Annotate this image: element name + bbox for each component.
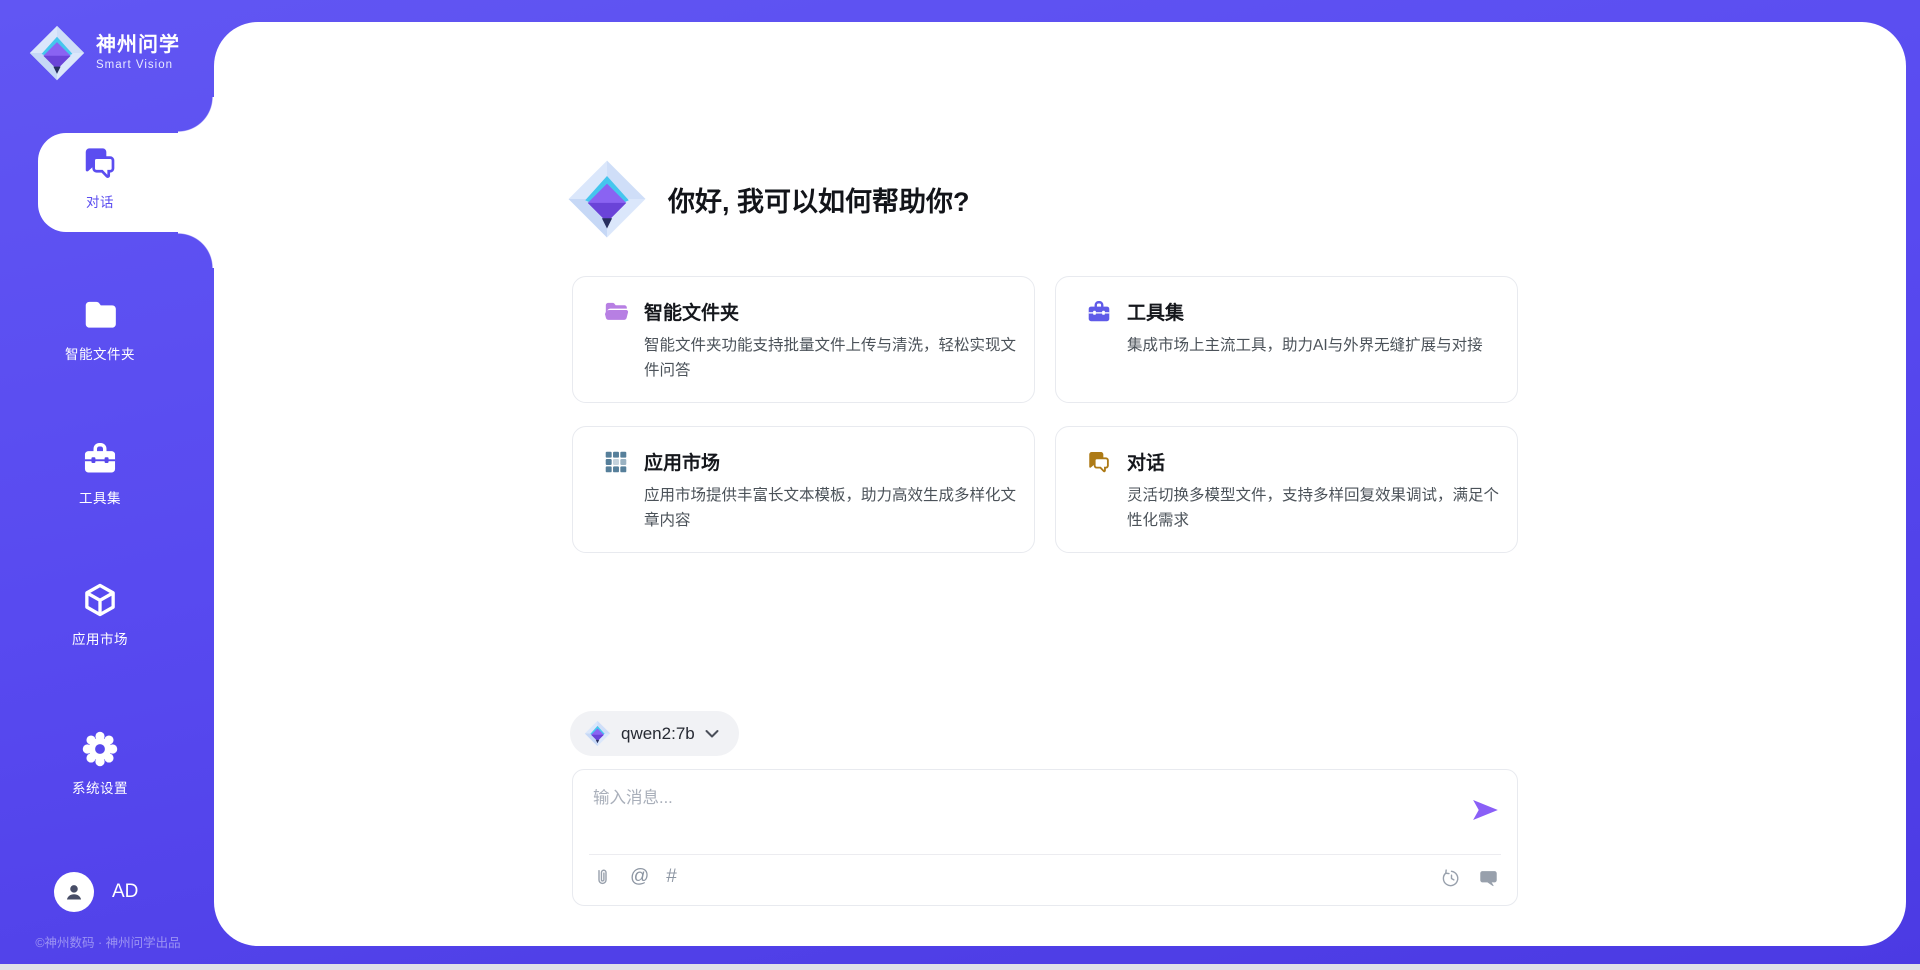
paperclip-icon [592, 867, 613, 888]
model-name: qwen2:7b [621, 724, 695, 744]
copyright: ©神州数码 · 神州问学出品 [8, 932, 208, 951]
sidebar: 神州问学 Smart Vision 对话 智能文件夹 工具集 应用市场 系统设置… [0, 0, 214, 970]
sidebar-item-label: 智能文件夹 [65, 343, 135, 363]
sidebar-item-system-settings[interactable]: 系统设置 [0, 730, 200, 797]
send-button[interactable] [1471, 798, 1499, 822]
composer-divider [589, 854, 1501, 855]
app: { "brand": { "title": "神州问学", "subtitle"… [0, 0, 1920, 970]
sidebar-item-label: 工具集 [79, 487, 121, 507]
cube-icon [81, 581, 119, 619]
send-icon [1471, 798, 1499, 822]
card-title: 智能文件夹 [644, 298, 739, 325]
card-title: 对话 [1127, 448, 1165, 475]
history-icon [1441, 868, 1462, 889]
card-smart-folder[interactable]: 智能文件夹 智能文件夹功能支持批量文件上传与清洗，轻松实现文件问答 [572, 276, 1035, 403]
bottom-edge-strip [0, 964, 1920, 970]
sidebar-item-label: 对话 [86, 191, 114, 211]
brand-diamond-icon [566, 158, 648, 240]
toolbox-icon [81, 440, 119, 478]
active-tab-fillet-top [178, 97, 214, 133]
folder-icon [81, 296, 119, 334]
speech-bubble-icon [1478, 868, 1499, 889]
active-tab-fillet-bottom [178, 232, 214, 268]
user-name: AD [112, 881, 138, 903]
history-button[interactable] [1440, 867, 1462, 889]
message-input[interactable] [591, 782, 1435, 848]
brand-diamond-icon [28, 24, 86, 82]
card-title: 工具集 [1127, 298, 1184, 325]
brand-subtitle: Smart Vision [96, 59, 180, 72]
message-composer: @ # [572, 769, 1518, 906]
greeting-title: 你好, 我可以如何帮助你? [668, 180, 970, 219]
chevron-down-icon [705, 729, 719, 739]
sidebar-item-app-market[interactable]: 应用市场 [0, 581, 200, 648]
sidebar-item-toolset[interactable]: 工具集 [0, 440, 200, 507]
mention-button[interactable]: @ [630, 866, 649, 888]
chat-icon [1086, 449, 1112, 475]
hashtag-button[interactable]: # [666, 866, 677, 888]
card-title: 应用市场 [644, 448, 720, 475]
card-toolset[interactable]: 工具集 集成市场上主流工具，助力AI与外界无缝扩展与对接 [1055, 276, 1518, 403]
toolbox-icon [1086, 299, 1112, 325]
card-app-market[interactable]: 应用市场 应用市场提供丰富长文本模板，助力高效生成多样化文章内容 [572, 426, 1035, 553]
card-chat[interactable]: 对话 灵活切换多模型文件，支持多样回复效果调试，满足个性化需求 [1055, 426, 1518, 553]
folder-icon [603, 299, 629, 325]
sidebar-item-label: 应用市场 [72, 628, 128, 648]
card-description: 灵活切换多模型文件，支持多样回复效果调试，满足个性化需求 [1127, 483, 1499, 533]
card-description: 集成市场上主流工具，助力AI与外界无缝扩展与对接 [1127, 333, 1499, 358]
brand-title: 神州问学 [96, 34, 180, 56]
card-description: 应用市场提供丰富长文本模板，助力高效生成多样化文章内容 [644, 483, 1016, 533]
gear-icon [81, 730, 119, 768]
sidebar-item-label: 系统设置 [72, 777, 128, 797]
chat-icon [81, 144, 119, 182]
feature-cards: 智能文件夹 智能文件夹功能支持批量文件上传与清洗，轻松实现文件问答 工具集 集成… [572, 276, 1518, 553]
conversation-button[interactable] [1477, 867, 1499, 889]
brand-logo: 神州问学 Smart Vision [28, 24, 180, 82]
greeting-block: 你好, 我可以如何帮助你? [566, 158, 970, 240]
sidebar-item-smart-folder[interactable]: 智能文件夹 [0, 296, 200, 363]
main-panel: 你好, 我可以如何帮助你? 智能文件夹 智能文件夹功能支持批量文件上传与清洗，轻… [214, 22, 1906, 946]
brand-diamond-icon [584, 720, 611, 747]
model-selector[interactable]: qwen2:7b [570, 711, 739, 756]
grid-icon [603, 449, 629, 475]
avatar [54, 872, 94, 912]
sidebar-item-chat[interactable]: 对话 [0, 144, 200, 211]
user-menu[interactable]: AD [54, 872, 138, 912]
person-icon [63, 881, 85, 903]
card-description: 智能文件夹功能支持批量文件上传与清洗，轻松实现文件问答 [644, 333, 1016, 383]
attach-button[interactable] [591, 866, 613, 888]
